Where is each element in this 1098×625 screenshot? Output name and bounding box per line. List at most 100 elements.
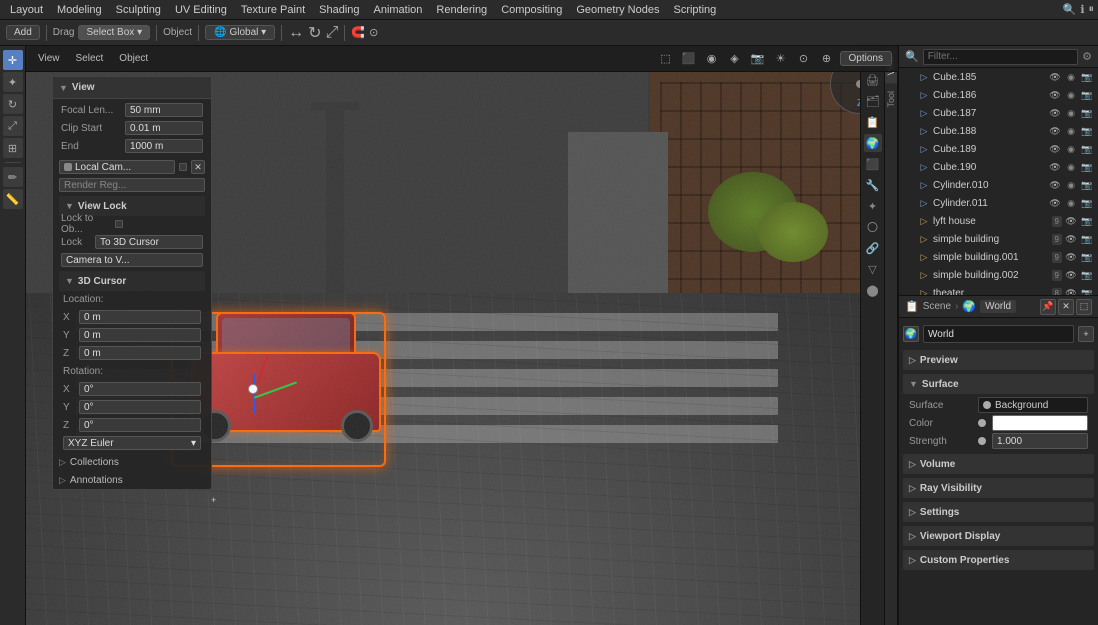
outliner-item-simple-building-002[interactable]: ▷ simple building.002 9 👁 📷 xyxy=(899,266,1098,284)
preview-header[interactable]: ▷ Preview xyxy=(903,350,1094,370)
clip-end-value[interactable]: 1000 m xyxy=(125,139,203,153)
menu-geometry-nodes[interactable]: Geometry Nodes xyxy=(570,3,665,17)
menu-compositing[interactable]: Compositing xyxy=(495,3,568,17)
settings-header[interactable]: ▷ Settings xyxy=(903,502,1094,522)
cursor-ry-value[interactable]: 0° xyxy=(79,400,201,414)
world-props-icon world-active[interactable]: 🌍 xyxy=(864,134,882,152)
global-button[interactable]: 🌐 Global ▾ xyxy=(205,25,275,40)
data-props-icon[interactable]: ▽ xyxy=(864,260,882,278)
visibility-icon[interactable]: 👁 xyxy=(1064,232,1078,246)
viewport[interactable]: View Select Object ⬚ ⬛ ◉ ◈ 📷 ☀ ⊙ ⊕ Optio… xyxy=(26,46,898,625)
render-icon[interactable]: 📷 xyxy=(1080,70,1094,84)
outliner-item-simple-building[interactable]: ▷ simple building 9 👁 📷 xyxy=(899,230,1098,248)
local-cam-value[interactable]: Local Cam... xyxy=(59,160,175,174)
world-name-field[interactable]: World xyxy=(923,325,1074,343)
close-world-icon[interactable]: ✕ xyxy=(1058,299,1074,315)
render-icon[interactable]: 📷 xyxy=(1080,214,1094,228)
expand-world-icon[interactable]: ⬚ xyxy=(1076,299,1092,315)
surface-type-value[interactable]: Background xyxy=(978,397,1088,413)
new-world-icon[interactable]: + xyxy=(1078,326,1094,342)
camera-to-value[interactable]: Camera to V... xyxy=(61,253,203,267)
outliner-item-cube185[interactable]: ▷ Cube.185 👁 ◉ 📷 xyxy=(899,68,1098,86)
measure-tool[interactable]: 📏 xyxy=(3,189,23,209)
lock-to-obj-toggle[interactable] xyxy=(115,220,123,228)
material-props-icon[interactable]: ⬤ xyxy=(864,281,882,299)
breadcrumb-scene[interactable]: Scene xyxy=(923,301,951,312)
local-cam-toggle[interactable] xyxy=(179,163,187,171)
outliner-item-cube190[interactable]: ▷ Cube.190 👁 ◉ 📷 xyxy=(899,158,1098,176)
outliner-item-simple-building-001[interactable]: ▷ simple building.001 9 👁 📷 xyxy=(899,248,1098,266)
strength-value[interactable]: 1.000 xyxy=(992,433,1088,449)
outliner-item-cube187[interactable]: ▷ Cube.187 👁 ◉ 📷 xyxy=(899,104,1098,122)
transform-icon-1[interactable]: ↔ xyxy=(288,24,304,42)
transform-icon-2[interactable]: ↻ xyxy=(308,23,321,43)
visibility-icon[interactable]: 👁 xyxy=(1048,196,1062,210)
menu-scripting[interactable]: Scripting xyxy=(667,3,722,17)
custom-props-header[interactable]: ▷ Custom Properties xyxy=(903,550,1094,570)
vp-camera-icon[interactable]: 📷 xyxy=(748,49,768,69)
cursor-tool[interactable]: ✛ xyxy=(3,50,23,70)
scene-props-icon[interactable]: 📋 xyxy=(864,113,882,131)
particles-props-icon[interactable]: ✦ xyxy=(864,197,882,215)
vp-menu-select[interactable]: Select xyxy=(70,52,110,65)
visibility-icon[interactable]: 👁 xyxy=(1064,268,1078,282)
menu-animation[interactable]: Animation xyxy=(368,3,429,17)
outliner-item-cube189[interactable]: ▷ Cube.189 👁 ◉ 📷 xyxy=(899,140,1098,158)
render-icon[interactable]: 📷 xyxy=(1080,196,1094,210)
rotate-tool[interactable]: ↻ xyxy=(3,94,23,114)
collections-row[interactable]: ▷ Collections xyxy=(53,453,211,471)
cursor-rx-value[interactable]: 0° xyxy=(79,382,201,396)
vp-overlay-icon[interactable]: ⊙ xyxy=(794,49,814,69)
render-icon[interactable]: 📷 xyxy=(1080,160,1094,174)
magnet-icon[interactable]: 🧲 xyxy=(351,26,365,39)
outliner-item-lyft-house[interactable]: ▷ lyft house 9 👁 📷 xyxy=(899,212,1098,230)
cursor-y-value[interactable]: 0 m xyxy=(79,328,201,342)
proportional-icon[interactable]: ⊙ xyxy=(369,26,378,39)
select-icon[interactable]: ◉ xyxy=(1064,106,1078,120)
select-icon[interactable]: ◉ xyxy=(1064,142,1078,156)
outliner-item-theater[interactable]: ▷ theater 8 👁 📷 xyxy=(899,284,1098,296)
visibility-icon[interactable]: 👁 xyxy=(1064,286,1078,296)
annotate-tool[interactable]: ✏ xyxy=(3,167,23,187)
add-button[interactable]: Add xyxy=(6,25,40,40)
surface-header[interactable]: ▼ Surface xyxy=(903,374,1094,394)
modifier-props-icon[interactable]: 🔧 xyxy=(864,176,882,194)
select-icon[interactable]: ◉ xyxy=(1064,178,1078,192)
visibility-icon[interactable]: 👁 xyxy=(1064,214,1078,228)
select-icon[interactable]: ◉ xyxy=(1064,88,1078,102)
color-bar[interactable] xyxy=(992,415,1088,431)
move-tool[interactable]: ✦ xyxy=(3,72,23,92)
menu-uv-editing[interactable]: UV Editing xyxy=(169,3,233,17)
render-icon[interactable]: 📷 xyxy=(1080,286,1094,296)
vp-solid-icon[interactable]: ⬛ xyxy=(679,49,699,69)
breadcrumb-world[interactable]: World xyxy=(980,300,1016,313)
info-icon[interactable]: ℹ xyxy=(1080,3,1084,16)
visibility-icon[interactable]: 👁 xyxy=(1048,142,1062,156)
ray-visibility-header[interactable]: ▷ Ray Visibility xyxy=(903,478,1094,498)
visibility-icon[interactable]: 👁 xyxy=(1064,250,1078,264)
vp-menu-object[interactable]: Object xyxy=(113,52,154,65)
vp-menu-view[interactable]: View xyxy=(32,52,66,65)
menu-shading[interactable]: Shading xyxy=(313,3,365,17)
render-icon[interactable]: 📷 xyxy=(1080,88,1094,102)
menu-sculpting[interactable]: Sculpting xyxy=(110,3,167,17)
visibility-icon[interactable]: 👁 xyxy=(1048,88,1062,102)
pin-icon[interactable]: 📌 xyxy=(1040,299,1056,315)
outliner-item-cylinder010[interactable]: ▷ Cylinder.010 👁 ◉ 📷 xyxy=(899,176,1098,194)
outliner-search-input[interactable] xyxy=(923,49,1078,65)
clip-start-value[interactable]: 0.01 m xyxy=(125,121,203,135)
select-icon[interactable]: ◉ xyxy=(1064,124,1078,138)
vtab-tool[interactable]: Tool xyxy=(885,83,897,116)
output-props-icon[interactable]: 🖨 xyxy=(864,71,882,89)
select-icon[interactable]: ◉ xyxy=(1064,196,1078,210)
render-icon[interactable]: 📷 xyxy=(1080,268,1094,282)
render-icon[interactable]: 📷 xyxy=(1080,124,1094,138)
menu-texture-paint[interactable]: Texture Paint xyxy=(235,3,311,17)
menu-layout[interactable]: Layout xyxy=(4,3,49,17)
local-cam-close[interactable]: ✕ xyxy=(191,160,205,174)
vp-light-icon[interactable]: ☀ xyxy=(771,49,791,69)
vp-wireframe-icon[interactable]: ⬚ xyxy=(656,49,676,69)
lock-camera-value[interactable]: To 3D Cursor xyxy=(95,235,203,249)
outliner-settings-icon[interactable]: ⚙ xyxy=(1082,50,1092,63)
select-box-button[interactable]: Select Box ▾ xyxy=(78,25,150,40)
